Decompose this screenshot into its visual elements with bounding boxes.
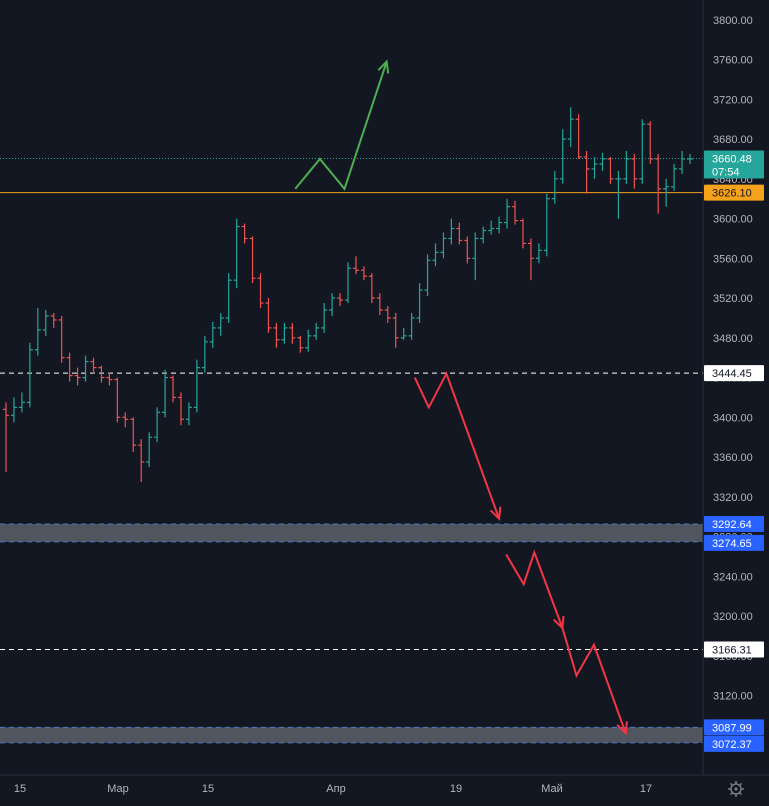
y-tick-label: 3720.00 <box>713 94 753 106</box>
x-tick-label: 15 <box>14 783 26 795</box>
x-tick-labels: 15 Мар 15 Апр 19 Май 17 <box>14 783 652 795</box>
price-chart[interactable]: 3120.003160.003200.003240.003280.003320.… <box>0 0 769 806</box>
y-tick-label: 3320.00 <box>713 492 753 504</box>
x-tick-label: Апр <box>326 783 345 795</box>
y-tick-label: 3680.00 <box>713 134 753 146</box>
gear-icon[interactable] <box>728 781 744 797</box>
y-tick-label: 3360.00 <box>713 452 753 464</box>
current-price-label: 3660.48 <box>712 153 752 165</box>
x-tick-label: 15 <box>202 783 214 795</box>
price-label: 3444.45 <box>712 368 752 380</box>
y-tick-label: 3800.00 <box>713 15 753 27</box>
price-label: 3292.64 <box>712 519 752 531</box>
y-tick-label: 3760.00 <box>713 55 753 67</box>
price-label: 3087.99 <box>712 722 752 734</box>
y-tick-label: 3600.00 <box>713 214 753 226</box>
x-tick-label: Май <box>541 783 563 795</box>
y-tick-label: 3240.00 <box>713 571 753 583</box>
y-tick-label: 3120.00 <box>713 691 753 703</box>
price-label: 3274.65 <box>712 538 752 550</box>
target-zone <box>0 727 703 743</box>
target-zone <box>0 523 703 542</box>
x-tick-label: 19 <box>450 783 462 795</box>
chart-background <box>0 0 769 806</box>
y-tick-label: 3480.00 <box>713 333 753 345</box>
y-tick-label: 3200.00 <box>713 611 753 623</box>
y-tick-label: 3560.00 <box>713 253 753 265</box>
price-label: 3072.37 <box>712 739 752 751</box>
price-label: 3626.10 <box>712 188 752 200</box>
countdown-label: 07:54 <box>712 166 740 178</box>
x-tick-label: 17 <box>640 783 652 795</box>
x-tick-label: Мар <box>107 783 129 795</box>
price-label: 3166.31 <box>712 644 752 656</box>
y-tick-label: 3520.00 <box>713 293 753 305</box>
y-tick-label: 3400.00 <box>713 412 753 424</box>
